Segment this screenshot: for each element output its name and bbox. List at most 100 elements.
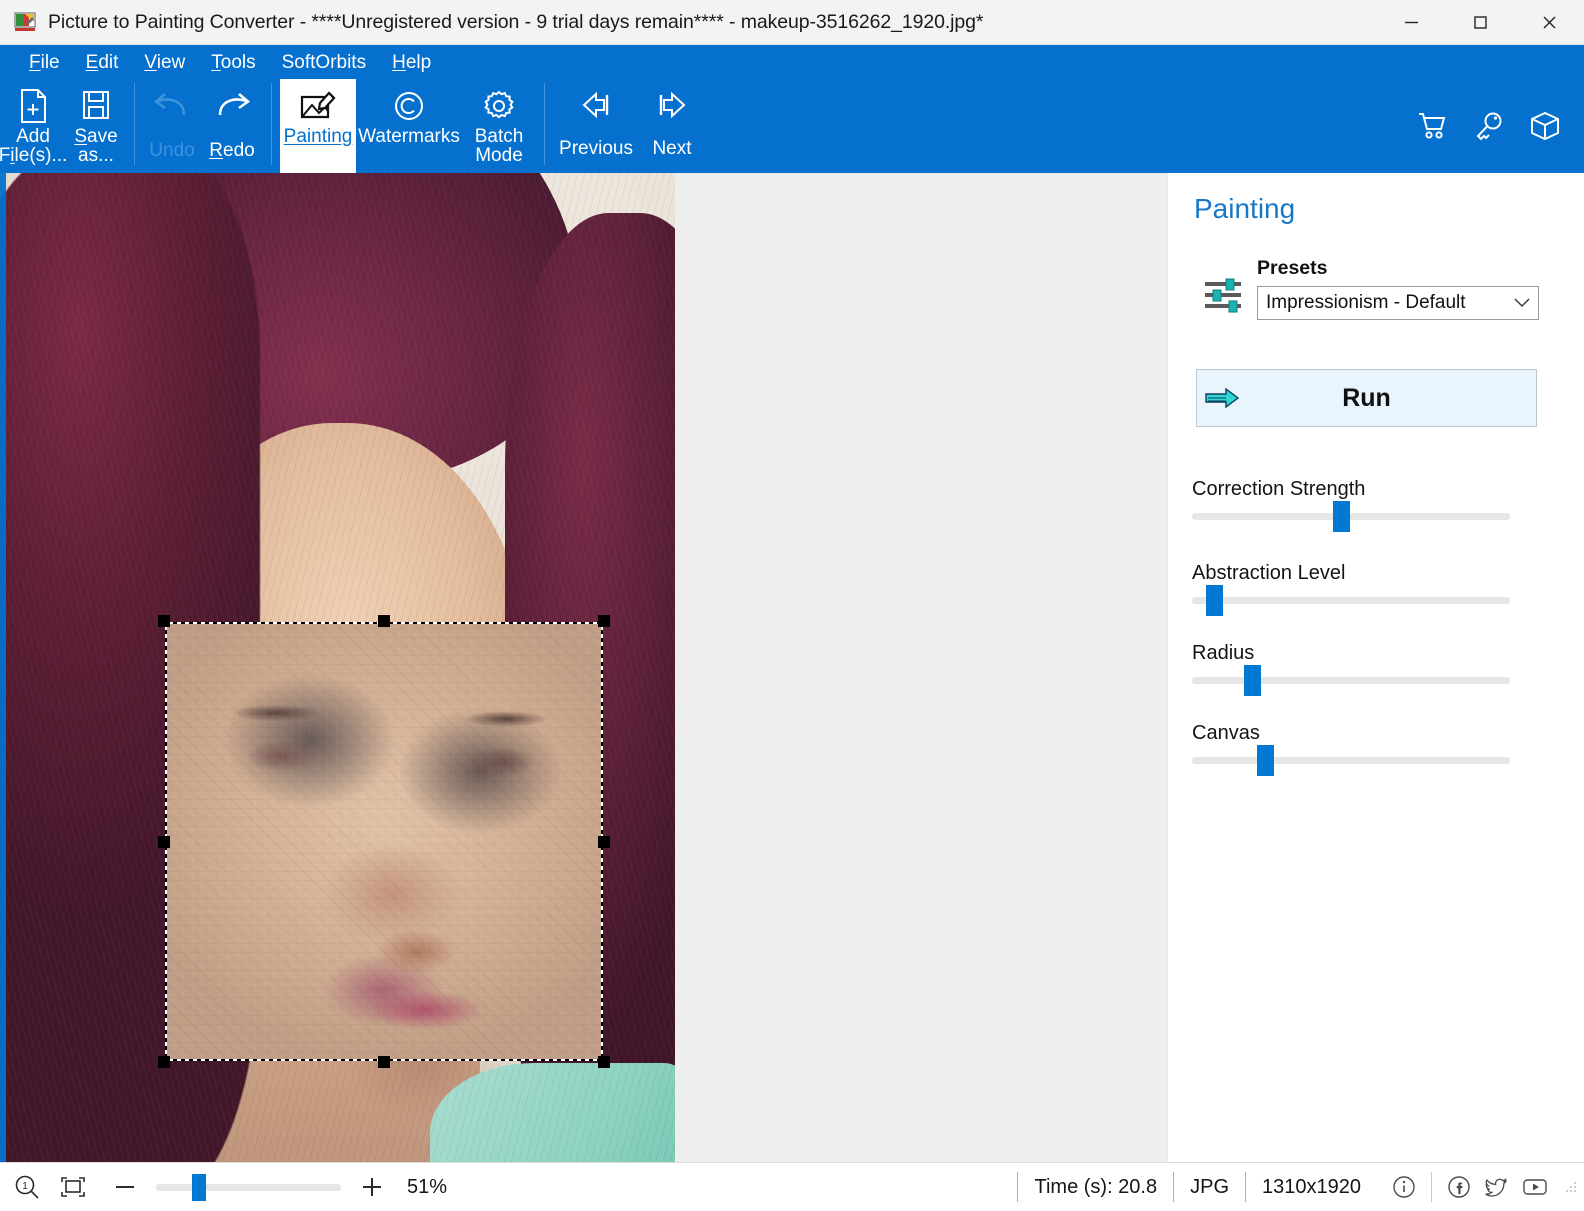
image-dimensions: 1310x1920 <box>1245 1172 1377 1202</box>
toolbar-redo[interactable]: Redo <box>201 79 263 173</box>
toolbar-previous[interactable]: Previous <box>553 79 639 173</box>
zoom-100-icon[interactable]: 1 <box>10 1170 44 1204</box>
menu-file[interactable]: File <box>16 51 73 74</box>
zoom-out-button[interactable] <box>108 1170 142 1204</box>
selection-handle-e[interactable] <box>598 835 610 848</box>
close-button[interactable] <box>1515 0 1584 45</box>
panel-title: Painting <box>1194 193 1296 224</box>
key-icon[interactable] <box>1472 109 1506 143</box>
run-button-label: Run <box>1342 383 1391 412</box>
info-icon[interactable] <box>1387 1170 1421 1204</box>
painting-settings-panel: Painting Presets Impressionism - Default <box>1167 173 1584 1162</box>
toolbar-batch-mode-label: Batch Mode <box>474 126 524 167</box>
chevron-down-icon <box>1514 295 1530 312</box>
arrow-left-icon <box>576 85 616 127</box>
window-controls <box>1377 0 1584 45</box>
toolbar-redo-label: Redo <box>209 140 255 161</box>
selection-handle-w[interactable] <box>158 835 170 848</box>
toolbar-right-group <box>1416 79 1562 173</box>
menu-help[interactable]: Help <box>379 51 444 74</box>
application-window: Picture to Painting Converter - ****Unre… <box>0 0 1584 1211</box>
selection-handle-nw[interactable] <box>158 615 170 627</box>
shopping-cart-icon[interactable] <box>1416 109 1450 143</box>
selection-handle-sw[interactable] <box>158 1056 170 1068</box>
preset-dropdown[interactable]: Impressionism - Default <box>1257 286 1539 320</box>
facebook-icon[interactable] <box>1442 1170 1476 1204</box>
save-icon <box>79 85 113 127</box>
toolbar-previous-label: Previous <box>559 138 633 159</box>
window-title: Picture to Painting Converter - ****Unre… <box>48 10 984 33</box>
slider-abstraction-level: Abstraction Level <box>1192 562 1562 616</box>
slider-canvas-track[interactable] <box>1192 745 1510 776</box>
slider-abstraction-level-label: Abstraction Level <box>1192 562 1346 584</box>
selection-handle-se[interactable] <box>598 1056 610 1068</box>
toolbar-save-as-label: Save as... <box>74 126 118 167</box>
menu-bar: File Edit View Tools SoftOrbits Help <box>0 45 1584 79</box>
canvas-work-area[interactable] <box>0 173 1167 1162</box>
svg-text:1: 1 <box>22 1181 28 1192</box>
slider-canvas: Canvas <box>1192 722 1562 776</box>
slider-radius-label: Radius <box>1192 642 1255 664</box>
menu-softorbits[interactable]: SoftOrbits <box>269 51 379 74</box>
slider-canvas-thumb[interactable] <box>1257 745 1275 776</box>
painting-icon <box>298 85 338 127</box>
presets-label: Presets <box>1257 257 1328 279</box>
fit-to-window-icon[interactable] <box>56 1170 90 1204</box>
zoom-percent-label: 51% <box>407 1175 448 1198</box>
toolbar-watermarks[interactable]: Watermarks <box>356 79 462 173</box>
slider-correction-strength-track[interactable] <box>1192 501 1510 532</box>
slider-radius-thumb[interactable] <box>1244 665 1262 696</box>
toolbar-painting-label: Painting <box>283 126 353 147</box>
toolbar-add-files-label: Add File(s)... <box>0 126 68 167</box>
toolbar-next[interactable]: Next <box>639 79 705 173</box>
slider-correction-strength-label: Correction Strength <box>1192 478 1366 500</box>
redo-icon <box>210 85 254 127</box>
toolbar-painting[interactable]: Painting <box>280 79 356 173</box>
slider-radius-track[interactable] <box>1192 665 1510 696</box>
status-separator <box>1431 1172 1432 1202</box>
status-social-group <box>1377 1170 1564 1204</box>
selection-handle-s[interactable] <box>378 1056 390 1068</box>
ribbon: File Edit View Tools SoftOrbits Help Add… <box>0 45 1584 173</box>
file-format: JPG <box>1173 1172 1245 1202</box>
zoom-in-button[interactable] <box>355 1170 389 1204</box>
toolbar-separator-2 <box>271 83 272 165</box>
add-file-icon <box>16 85 50 127</box>
box-icon[interactable] <box>1528 109 1562 143</box>
minimize-button[interactable] <box>1377 0 1446 45</box>
toolbar-batch-mode[interactable]: Batch Mode <box>462 79 536 173</box>
status-bar: 1 51% Time (s): 20.8 JPG 1310x1920 <box>0 1162 1584 1211</box>
selection-handle-n[interactable] <box>378 615 390 627</box>
resize-grip[interactable] <box>1564 1180 1578 1194</box>
selection-rectangle[interactable] <box>158 615 610 1068</box>
image-canvas[interactable] <box>0 173 675 1162</box>
toolbar-separator-1 <box>134 83 135 165</box>
arrow-right-icon <box>652 85 692 127</box>
slider-abstraction-level-thumb[interactable] <box>1206 585 1224 616</box>
toolbar-undo[interactable]: Undo <box>143 79 201 173</box>
toolbar-next-label: Next <box>652 138 692 159</box>
toolbar-add-files[interactable]: Add File(s)... <box>0 79 68 173</box>
status-bar-right: Time (s): 20.8 JPG 1310x1920 <box>1017 1163 1584 1211</box>
app-icon <box>14 11 36 33</box>
canvas-vertical-scrollbar[interactable] <box>0 173 6 1162</box>
toolbar-separator-3 <box>544 83 545 165</box>
processing-time: Time (s): 20.8 <box>1017 1172 1173 1202</box>
maximize-button[interactable] <box>1446 0 1515 45</box>
slider-canvas-label: Canvas <box>1192 722 1260 744</box>
toolbar-save-as[interactable]: Save as... <box>66 79 126 173</box>
gear-icon <box>481 85 517 127</box>
slider-abstraction-level-track[interactable] <box>1192 585 1510 616</box>
twitter-icon[interactable] <box>1480 1170 1514 1204</box>
youtube-icon[interactable] <box>1518 1170 1552 1204</box>
run-button[interactable]: Run <box>1196 369 1537 427</box>
menu-edit[interactable]: Edit <box>73 51 132 74</box>
selection-handle-ne[interactable] <box>598 615 610 627</box>
zoom-slider-thumb[interactable] <box>191 1173 206 1201</box>
toolbar: Add File(s)... Save as... Undo Redo Pain… <box>0 79 705 173</box>
menu-tools[interactable]: Tools <box>198 51 268 74</box>
slider-correction-strength-thumb[interactable] <box>1333 501 1351 532</box>
menu-view[interactable]: View <box>131 51 198 74</box>
zoom-slider-track[interactable] <box>156 1173 341 1201</box>
selection-border <box>165 622 603 1061</box>
